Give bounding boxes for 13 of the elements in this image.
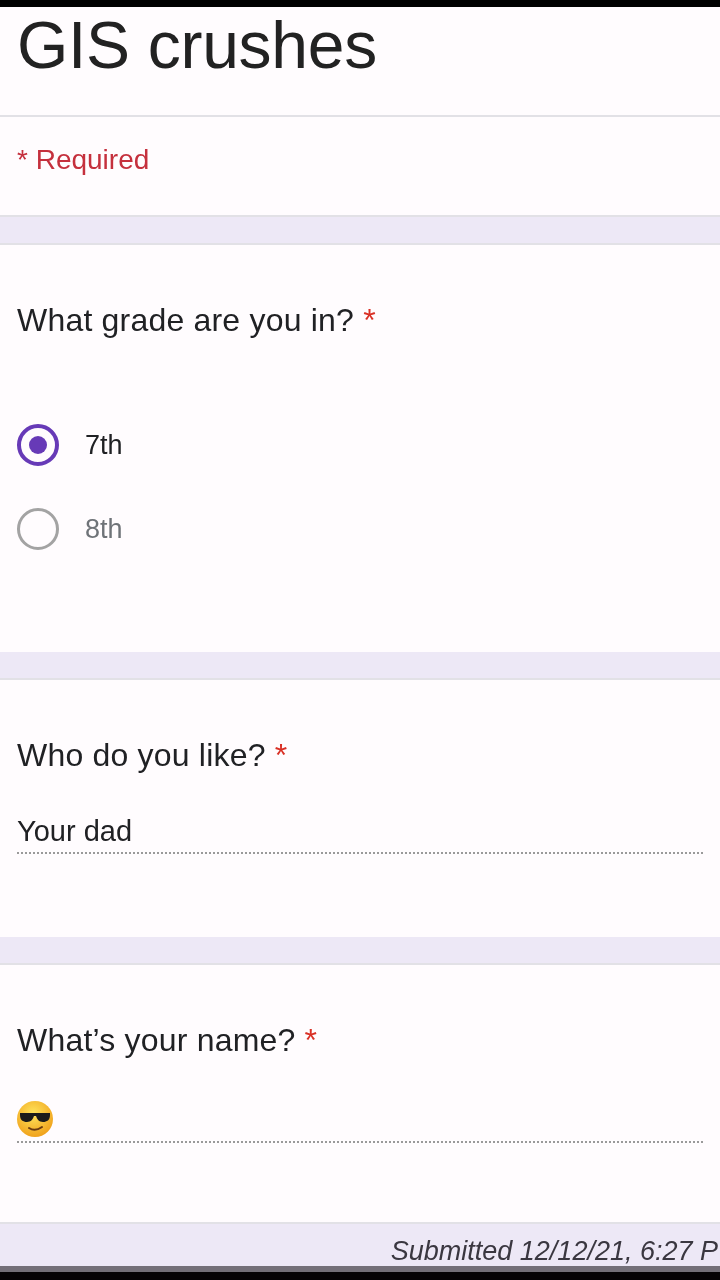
radio-button[interactable] bbox=[17, 424, 59, 466]
question-title: What grade are you in? * bbox=[17, 301, 376, 339]
sunglasses-face-icon bbox=[17, 1101, 53, 1137]
question-title: Who do you like? * bbox=[17, 736, 288, 774]
required-note: * Required bbox=[17, 144, 150, 176]
answer-field[interactable] bbox=[17, 1101, 703, 1143]
option-label: 7th bbox=[85, 429, 123, 461]
form-title: GIS crushes bbox=[17, 7, 377, 83]
answer-field[interactable]: Your dad bbox=[17, 814, 703, 854]
submitted-caption: Submitted 12/12/21, 6:27 P bbox=[390, 1236, 718, 1266]
question-title: What’s your name? * bbox=[17, 1021, 318, 1059]
radio-button[interactable] bbox=[17, 508, 59, 550]
option-label: 8th bbox=[85, 513, 123, 545]
